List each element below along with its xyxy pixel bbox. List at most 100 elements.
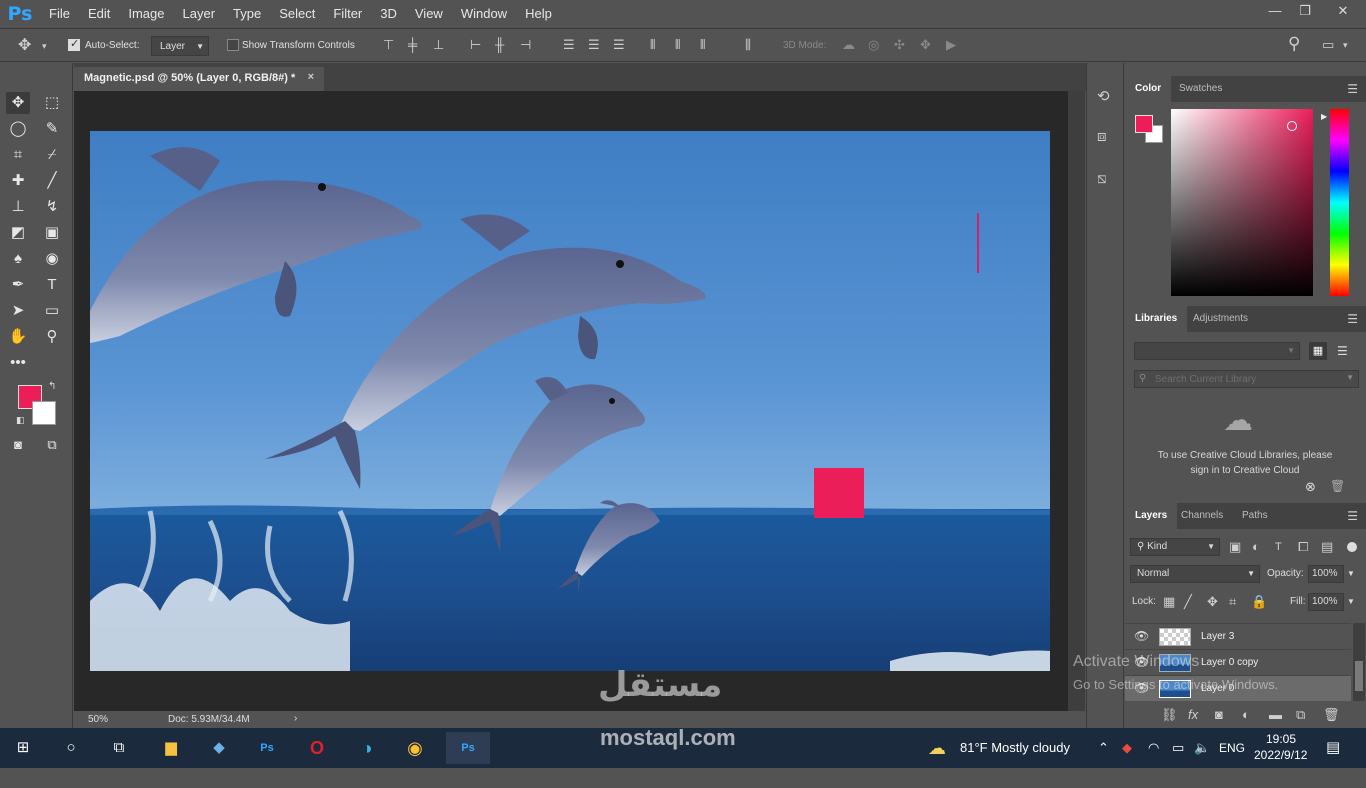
tab-channels[interactable]: Channels [1171, 503, 1233, 529]
distribute-right-icon[interactable]: ⫴ [700, 37, 705, 53]
filter-smart-object-icon[interactable]: ▤ [1321, 539, 1333, 555]
clock-date[interactable]: 2022/9/12 [1254, 748, 1307, 788]
library-select[interactable]: ▼ [1134, 342, 1300, 360]
screen-mode-icon[interactable]: ⧉ [40, 434, 64, 456]
layers-scrollbar[interactable] [1353, 623, 1365, 701]
status-menu-icon[interactable]: › [294, 713, 297, 724]
distribute-vcenter-icon[interactable]: ☰ [588, 37, 600, 53]
notification-icon[interactable]: ▤ [1326, 728, 1340, 768]
color-picker-marker[interactable] [1287, 121, 1297, 131]
show-transform-checkbox[interactable] [227, 39, 239, 51]
tab-swatches[interactable]: Swatches [1169, 76, 1232, 102]
library-search-field[interactable]: ⚲ Search Current Library ▼ [1134, 370, 1359, 388]
search-icon[interactable]: ⚲ [1288, 35, 1300, 52]
lock-position-icon[interactable]: ✥ [1207, 594, 1218, 610]
lock-all-icon[interactable]: 🔒 [1251, 594, 1267, 610]
auto-align-icon[interactable]: ⫼ [745, 37, 751, 53]
eraser-tool-icon[interactable]: ◩ [6, 222, 30, 244]
3d-pan-icon[interactable]: ✣ [894, 37, 905, 53]
background-color-swatch[interactable] [32, 401, 56, 425]
3d-orbit-icon[interactable]: ☁ [842, 37, 855, 53]
layers-panel-menu-icon[interactable]: ☰ [1347, 510, 1358, 522]
menu-item-filter[interactable]: Filter [324, 0, 371, 28]
zoom-tool-icon[interactable]: ⚲ [40, 326, 64, 348]
layer-row[interactable]: 👁 Layer 3 [1125, 624, 1351, 650]
auto-select-dropdown[interactable]: Layer ▼ [151, 36, 209, 56]
photoshop-taskbar-icon[interactable]: Ps [250, 732, 284, 764]
lock-artboard-icon[interactable]: ⌗ [1229, 594, 1236, 610]
close-tab-icon[interactable]: × [308, 71, 314, 83]
filter-pixel-icon[interactable]: ▣ [1229, 539, 1241, 555]
history-brush-tool-icon[interactable]: ↯ [40, 196, 64, 218]
path-select-tool-icon[interactable]: ➤ [6, 300, 30, 322]
quick-select-tool-icon[interactable]: ✎ [40, 118, 64, 140]
menu-item-view[interactable]: View [406, 0, 452, 28]
auto-select-checkbox[interactable]: ✓ [68, 38, 80, 51]
align-right-icon[interactable]: ⊣ [520, 37, 531, 53]
quick-mask-icon[interactable]: ◙ [6, 434, 30, 456]
link-layers-icon[interactable]: ⛓ [1161, 707, 1178, 723]
menu-item-edit[interactable]: Edit [79, 0, 119, 28]
3d-slide-icon[interactable]: ✥ [920, 37, 931, 53]
tab-libraries[interactable]: Libraries [1125, 306, 1188, 332]
lasso-tool-icon[interactable]: ◯ [6, 118, 30, 140]
lock-transparent-icon[interactable]: ▦ [1163, 594, 1175, 610]
3d-panel-icon[interactable]: ⧈ [1097, 129, 1107, 145]
opacity-field[interactable]: 100% [1308, 565, 1344, 583]
menu-item-layer[interactable]: Layer [174, 0, 225, 28]
workspace-icon[interactable]: ▭ [1322, 37, 1334, 53]
trash-icon[interactable]: 🗑 [1330, 479, 1345, 493]
3d-scale-icon[interactable]: ▶ [946, 37, 956, 53]
visibility-eye-icon[interactable]: 👁 [1134, 629, 1149, 643]
eyedropper-tool-icon[interactable]: ⌿ [40, 144, 64, 166]
pink-square-layer[interactable] [814, 468, 864, 518]
artboard-tool-icon[interactable]: ⬚ [40, 92, 64, 114]
close-window-icon[interactable]: ✕ [1320, 0, 1366, 22]
edit-toolbar-icon[interactable]: ••• [6, 352, 30, 374]
fill-field[interactable]: 100% [1308, 593, 1344, 611]
weather-text[interactable]: 81°F Mostly cloudy [960, 728, 1070, 768]
menu-item-file[interactable]: File [40, 0, 79, 28]
libraries-panel-menu-icon[interactable]: ☰ [1347, 313, 1358, 325]
fill-chevron-icon[interactable]: ▼ [1347, 597, 1355, 606]
distribute-left-icon[interactable]: ⫴ [650, 37, 655, 53]
swap-colors-icon[interactable]: ↰ [48, 381, 56, 392]
volume-icon[interactable]: 🔈 [1194, 728, 1210, 768]
blur-tool-icon[interactable]: ♠ [6, 248, 30, 270]
menu-item-select[interactable]: Select [270, 0, 324, 28]
edge-icon[interactable]: ◑ [350, 732, 384, 764]
tab-color[interactable]: Color [1125, 76, 1172, 102]
file-explorer-icon[interactable]: ▆ [154, 732, 188, 764]
tab-adjustments[interactable]: Adjustments [1183, 306, 1258, 332]
list-view-icon[interactable]: ☰ [1337, 342, 1348, 360]
default-colors-icon[interactable]: ◧ [16, 415, 25, 426]
chrome-icon[interactable]: ◉ [398, 732, 432, 764]
align-hcenter-icon[interactable]: ╫ [495, 37, 504, 53]
adjustment-layer-icon[interactable]: ◐ [1242, 707, 1250, 723]
menu-item-type[interactable]: Type [224, 0, 270, 28]
tool-preset-chevron-icon[interactable]: ▾ [42, 38, 47, 54]
minimize-icon[interactable]: — [1260, 0, 1290, 22]
distribute-top-icon[interactable]: ☰ [563, 37, 575, 53]
filter-shape-icon[interactable]: ⧠ [1298, 539, 1308, 555]
new-layer-icon[interactable]: ⧉ [1296, 707, 1305, 723]
app-icon[interactable]: ◆ [202, 732, 236, 764]
align-bottom-icon[interactable]: ⊥ [433, 37, 444, 53]
align-top-icon[interactable]: ⊤ [383, 37, 394, 53]
color-field[interactable] [1171, 109, 1313, 296]
task-view-icon[interactable]: ⧉ [102, 732, 136, 764]
hue-slider[interactable] [1330, 109, 1349, 296]
move-tool-icon[interactable]: ✥ [18, 38, 31, 54]
vertical-scrollbar[interactable] [1068, 91, 1085, 711]
layer-style-icon[interactable]: fx [1188, 707, 1198, 723]
tab-paths[interactable]: Paths [1232, 503, 1278, 529]
type-tool-icon[interactable]: T [40, 274, 64, 296]
filter-adjustment-icon[interactable]: ◐ [1252, 539, 1260, 555]
clone-stamp-tool-icon[interactable]: ⊥ [6, 196, 30, 218]
menu-item-window[interactable]: Window [452, 0, 516, 28]
filter-toggle-icon[interactable] [1347, 542, 1357, 552]
menu-item-image[interactable]: Image [119, 0, 173, 28]
tab-layers[interactable]: Layers [1125, 503, 1178, 529]
workspace-chevron-icon[interactable]: ▾ [1343, 37, 1348, 53]
document-tab[interactable]: Magnetic.psd @ 50% (Layer 0, RGB/8#) * × [74, 67, 324, 91]
